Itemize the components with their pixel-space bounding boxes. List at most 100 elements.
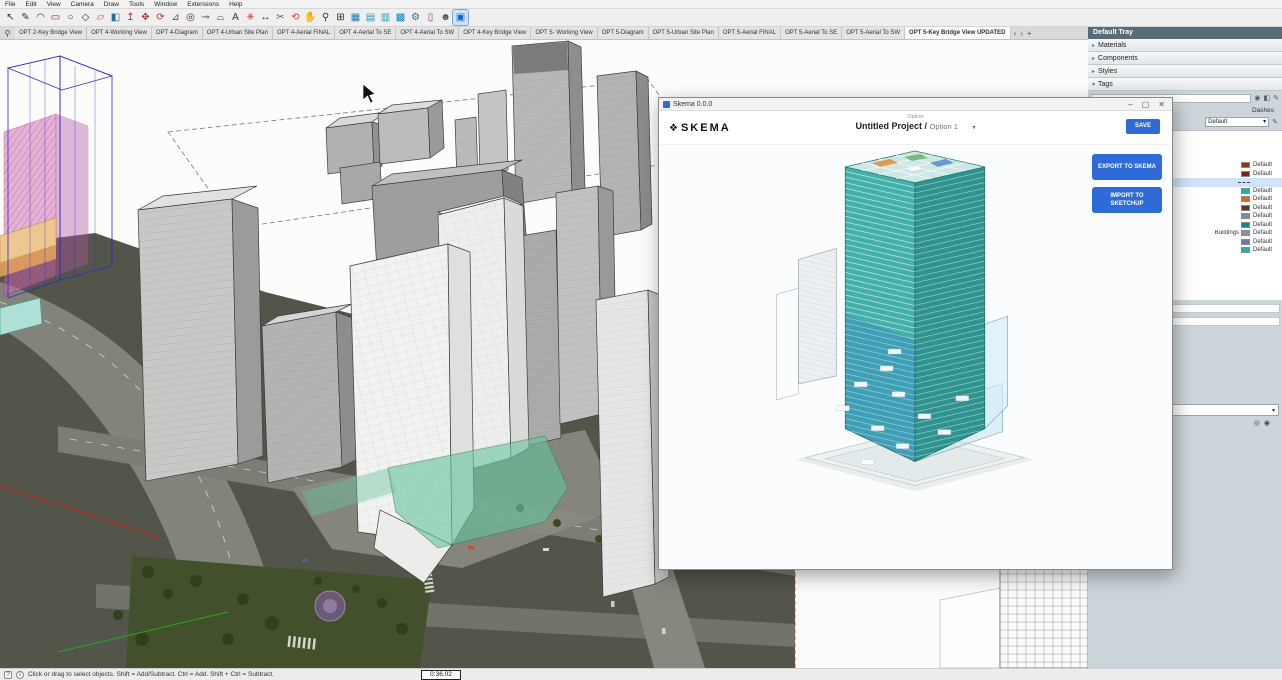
scene-tab[interactable]: OPT 4-Diagram	[151, 27, 203, 39]
scene-tab[interactable]: OPT 5-Aerial To SW	[842, 27, 906, 39]
option-value: Option 1	[929, 122, 958, 131]
zoom-extents-tool[interactable]: ⊞	[333, 10, 348, 25]
tag-color-swatch[interactable]	[1241, 213, 1250, 220]
tag-color-swatch[interactable]	[1241, 162, 1250, 169]
import-to-sketchup-button[interactable]: IMPORT TO SKETCHUP	[1092, 187, 1162, 213]
scene-tab[interactable]: OPT 5-Diagram	[597, 27, 649, 39]
minimize-icon[interactable]: –	[1128, 100, 1132, 109]
project-selector[interactable]: Untitled Project / Option 1 ▾	[659, 121, 1172, 131]
menu-tools[interactable]: Tools	[124, 1, 149, 8]
axes-tool[interactable]: ✳	[243, 10, 258, 25]
sample-paint-icon[interactable]: ◉	[1254, 94, 1260, 102]
tag-color-swatch[interactable]	[1241, 238, 1250, 245]
edit-style-icon[interactable]: ✎	[1273, 94, 1279, 102]
menu-file[interactable]: File	[0, 1, 20, 8]
tray-section-materials[interactable]: ▸ Materials	[1088, 39, 1282, 52]
dashes-select[interactable]: Default ▾	[1205, 116, 1270, 127]
rotate-tool[interactable]: ⟳	[153, 10, 168, 25]
rectangle-tool[interactable]: ▭	[48, 10, 63, 25]
scene-tab[interactable]: OPT 4-Aerial FINAL	[273, 27, 336, 39]
toolbar: ↖ ✎ ◠ ▭ ○ ◇ ▱ ◧ ↥ ✥ ⟳ ⊿ ◎ ⊸ ⌓ A ✳ ↔ ✂ ⟲ ✋ ⚲ ⊞ ▦ ▤ ▥ ▩ ⚙ ▯ ☻ ▣	[0, 9, 1282, 27]
scroll-right-icon[interactable]: ›	[1020, 29, 1023, 38]
menu-view[interactable]: View	[42, 1, 66, 8]
scene-tab[interactable]: OPT 4-Aerial To SE	[335, 27, 397, 39]
dimension-tool[interactable]: ↔	[258, 10, 273, 25]
new-document-icon[interactable]: ▯	[423, 10, 438, 25]
scene-tab[interactable]: OPT 5-Key Bridge View UPDATED	[905, 27, 1011, 39]
tag-dashes-value: Default	[1253, 162, 1273, 169]
pan-tool[interactable]: ✋	[303, 10, 318, 25]
scroll-left-icon[interactable]: ‹	[1014, 29, 1017, 38]
info-icon[interactable]: i	[16, 670, 24, 679]
menu-camera[interactable]: Camera	[66, 1, 99, 8]
ext-model-icon[interactable]: ▤	[363, 10, 378, 25]
protractor-tool[interactable]: ⌓	[213, 10, 228, 25]
eraser-tool[interactable]: ▱	[93, 10, 108, 25]
tabs-nav: ‹ › +	[1011, 27, 1035, 39]
menu-help[interactable]: Help	[224, 1, 247, 8]
tag-color-swatch[interactable]	[1241, 247, 1250, 254]
tag-color-swatch[interactable]	[1241, 221, 1250, 228]
ext-layout-icon[interactable]: ▦	[348, 10, 363, 25]
tag-color-swatch[interactable]	[1241, 230, 1250, 237]
section-plane-tool[interactable]: ✂	[273, 10, 288, 25]
search-icon[interactable]: ⚲	[0, 27, 15, 39]
ext-analysis-icon[interactable]: ▥	[378, 10, 393, 25]
add-scene-icon[interactable]: +	[1027, 29, 1032, 38]
push-pull-tool[interactable]: ↥	[123, 10, 138, 25]
scene-tab[interactable]: OPT 5-Aerial FINAL	[718, 27, 782, 39]
scene-tab[interactable]: OPT 5- Working View	[531, 27, 598, 39]
scene-tab[interactable]: OPT 5-Aerial To SE	[781, 27, 843, 39]
arc-tool[interactable]: ◠	[33, 10, 48, 25]
menu-draw[interactable]: Draw	[99, 1, 124, 8]
eye-icon[interactable]: ◎	[1254, 419, 1260, 427]
paint-bucket-tool[interactable]: ◧	[108, 10, 123, 25]
scene-tab[interactable]: OPT 2-Key Bridge View	[15, 27, 88, 39]
export-to-skema-button[interactable]: EXPORT TO SKEMA	[1092, 154, 1162, 180]
zoom-tool[interactable]: ⚲	[318, 10, 333, 25]
dash-preview[interactable]	[1238, 181, 1250, 183]
orbit-tool[interactable]: ⟲	[288, 10, 303, 25]
scene-tab[interactable]: OPT 5-Urban Site Plan	[648, 27, 719, 39]
user-profile-icon[interactable]: ☻	[438, 10, 453, 25]
scale-tool[interactable]: ⊿	[168, 10, 183, 25]
menu-edit[interactable]: Edit	[20, 1, 41, 8]
circle-tool[interactable]: ○	[63, 10, 78, 25]
tag-color-swatch[interactable]	[1241, 170, 1250, 177]
scene-tab[interactable]: OPT 4-Aerial To SW	[396, 27, 460, 39]
ext-mesh-icon[interactable]: ▩	[393, 10, 408, 25]
skema-titlebar[interactable]: Skema 0.0.0 – ▢ ✕	[659, 98, 1172, 111]
tape-measure-tool[interactable]: ⊸	[198, 10, 213, 25]
move-tool[interactable]: ✥	[138, 10, 153, 25]
tag-dashes-value: Default	[1253, 221, 1273, 228]
scene-tab[interactable]: OPT 4-Working View	[87, 27, 152, 39]
tray-section-components[interactable]: ▸ Components	[1088, 52, 1282, 65]
text-tool[interactable]: A	[228, 10, 243, 25]
skema-canvas[interactable]: EXPORT TO SKEMA IMPORT TO SKETCHUP	[659, 145, 1172, 569]
tag-color-swatch[interactable]	[1241, 196, 1250, 203]
select-tool[interactable]: ↖	[3, 10, 18, 25]
tag-color-swatch[interactable]	[1241, 187, 1250, 194]
menu-window[interactable]: Window	[149, 1, 182, 8]
skema-extension-button[interactable]: ▣	[452, 9, 469, 26]
tray-sections: ▸ Materials ▸ Components ▸ Styles ▾ Tags	[1088, 39, 1282, 91]
save-button[interactable]: SAVE	[1126, 119, 1160, 134]
paint-bucket-icon[interactable]: ◧	[1264, 94, 1271, 102]
tag-color-swatch[interactable]	[1241, 204, 1250, 211]
menu-extensions[interactable]: Extensions	[182, 1, 224, 8]
maximize-icon[interactable]: ▢	[1142, 100, 1150, 109]
tray-section-styles[interactable]: ▸ Styles	[1088, 65, 1282, 78]
tray-section-tags[interactable]: ▾ Tags	[1088, 78, 1282, 91]
pencil-icon[interactable]: ✎	[1272, 118, 1278, 126]
help-icon[interactable]: ?	[4, 670, 12, 679]
menu-bar: File Edit View Camera Draw Tools Window Extensi…	[0, 0, 1282, 9]
tag-dashes-value: Default	[1253, 230, 1273, 237]
offset-tool[interactable]: ◎	[183, 10, 198, 25]
scene-tab[interactable]: OPT 4-Urban Site Plan	[202, 27, 273, 39]
polygon-tool[interactable]: ◇	[78, 10, 93, 25]
close-icon[interactable]: ✕	[1158, 100, 1165, 109]
line-tool[interactable]: ✎	[18, 10, 33, 25]
eye-icon-2[interactable]: ◉	[1264, 419, 1270, 427]
scene-tab[interactable]: OPT 4-Key Bridge View	[459, 27, 532, 39]
ext-settings-icon[interactable]: ⚙	[408, 10, 423, 25]
